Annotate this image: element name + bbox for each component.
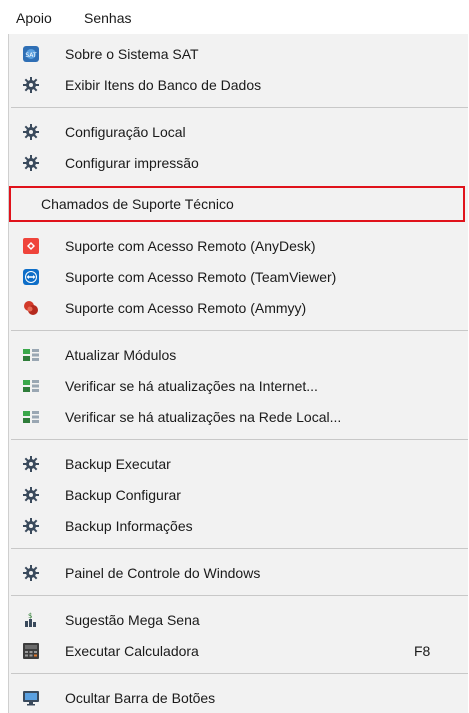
menu-item-backup-informacoes[interactable]: Backup Informações bbox=[9, 512, 468, 540]
menu-item-backup-executar[interactable]: Backup Executar bbox=[9, 450, 468, 478]
update-modules-icon bbox=[23, 409, 39, 425]
menu-item-configuracao-local[interactable]: Configuração Local bbox=[9, 118, 468, 146]
separator bbox=[11, 673, 468, 674]
teamviewer-icon bbox=[23, 269, 39, 285]
apoio-dropdown-menu: SAT Sobre o Sistema SAT Exibir Itens do … bbox=[8, 34, 468, 713]
menu-item-painel-controle[interactable]: Painel de Controle do Windows bbox=[9, 559, 468, 587]
shortcut-f8: F8 bbox=[414, 643, 431, 659]
gear-icon bbox=[23, 487, 39, 503]
menu-item-calculadora[interactable]: Executar Calculadora F8 bbox=[9, 637, 468, 665]
menu-item-anydesk[interactable]: Suporte com Acesso Remoto (AnyDesk) bbox=[9, 232, 468, 260]
separator bbox=[11, 595, 468, 596]
menu-item-backup-configurar[interactable]: Backup Configurar bbox=[9, 481, 468, 509]
svg-text:$: $ bbox=[28, 612, 32, 620]
menu-senhas[interactable]: Senhas bbox=[84, 10, 131, 26]
menu-item-configurar-impressao[interactable]: Configurar impressão bbox=[9, 149, 468, 177]
menu-apoio[interactable]: Apoio bbox=[16, 10, 52, 26]
menu-item-sobre-sat[interactable]: SAT Sobre o Sistema SAT bbox=[9, 40, 468, 68]
menu-item-verificar-internet[interactable]: Verificar se há atualizações na Internet… bbox=[9, 372, 468, 400]
sat-logo-icon: SAT bbox=[23, 46, 39, 62]
separator bbox=[11, 107, 468, 108]
menu-item-atualizar-modulos[interactable]: Atualizar Módulos bbox=[9, 341, 468, 369]
gear-icon bbox=[23, 155, 39, 171]
update-modules-icon bbox=[23, 347, 39, 363]
gear-icon bbox=[23, 565, 39, 581]
calculator-icon bbox=[23, 643, 39, 659]
menu-item-mega-sena[interactable]: $ Sugestão Mega Sena bbox=[9, 606, 468, 634]
anydesk-icon bbox=[23, 238, 39, 254]
menu-item-chamados-suporte[interactable]: Chamados de Suporte Técnico bbox=[9, 186, 465, 222]
dollar-chart-icon: $ bbox=[23, 612, 39, 628]
monitor-icon bbox=[23, 690, 39, 706]
gear-icon bbox=[23, 518, 39, 534]
separator bbox=[11, 439, 468, 440]
menu-item-verificar-rede-local[interactable]: Verificar se há atualizações na Rede Loc… bbox=[9, 403, 468, 431]
menu-item-teamviewer[interactable]: Suporte com Acesso Remoto (TeamViewer) bbox=[9, 263, 468, 291]
gear-icon bbox=[23, 456, 39, 472]
svg-text:SAT: SAT bbox=[25, 52, 37, 59]
update-modules-icon bbox=[23, 378, 39, 394]
gear-icon bbox=[23, 124, 39, 140]
menu-item-ammyy[interactable]: Suporte com Acesso Remoto (Ammyy) bbox=[9, 294, 468, 322]
menu-item-exibir-itens[interactable]: Exibir Itens do Banco de Dados bbox=[9, 71, 468, 99]
ammyy-icon bbox=[23, 300, 39, 316]
separator bbox=[11, 548, 468, 549]
gear-icon bbox=[23, 77, 39, 93]
separator bbox=[11, 330, 468, 331]
menu-item-ocultar-barra[interactable]: Ocultar Barra de Botões bbox=[9, 684, 468, 712]
menu-bar: Apoio Senhas bbox=[0, 0, 469, 34]
